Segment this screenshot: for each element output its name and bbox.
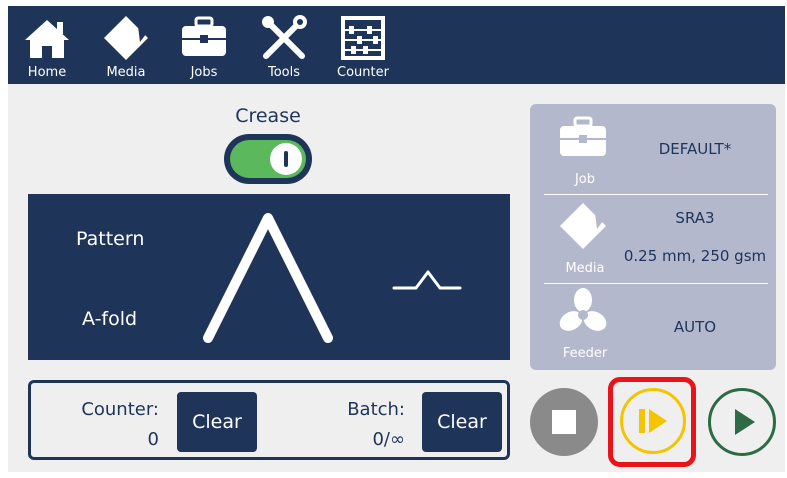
- nav-tools[interactable]: Tools: [248, 6, 320, 84]
- job-row[interactable]: Job DEFAULT*: [530, 104, 776, 194]
- feeder-value: AUTO: [673, 318, 717, 336]
- briefcase-icon: [560, 116, 606, 156]
- crease-toggle[interactable]: [224, 134, 312, 184]
- tools-icon: [262, 15, 307, 59]
- nav-jobs-label: Jobs: [190, 65, 218, 80]
- crease-label: Crease: [235, 105, 301, 127]
- nav-counter-label: Counter: [337, 65, 389, 80]
- clear-batch-button[interactable]: Clear: [422, 392, 502, 452]
- single-step-icon: [639, 409, 667, 433]
- nav-media[interactable]: Media: [90, 6, 162, 84]
- media-spec: 0.25 mm, 250 gsm: [623, 247, 767, 265]
- app-screen: Home Media Jobs Tools Counter Crease Pat…: [8, 6, 785, 472]
- job-info-panel: Job DEFAULT* Media SRA3 0.25 mm, 250 gsm…: [530, 104, 776, 370]
- batch-value: 0/∞: [372, 429, 405, 450]
- toggle-knob: [270, 143, 302, 175]
- clear-counter-button[interactable]: Clear: [177, 392, 257, 452]
- counter-panel: Counter: 0 Clear Batch: 0/∞ Clear: [28, 380, 510, 460]
- stop-icon: [552, 410, 576, 434]
- nav-home[interactable]: Home: [11, 6, 83, 84]
- home-icon: [25, 20, 69, 58]
- briefcase-icon: [182, 16, 226, 56]
- media-icon: [560, 203, 606, 249]
- top-nav: Home Media Jobs Tools Counter: [8, 6, 785, 84]
- a-fold-diagram-icon: [203, 213, 462, 343]
- fan-icon: [559, 288, 607, 331]
- nav-tools-label: Tools: [267, 65, 301, 80]
- media-size: SRA3: [675, 209, 715, 227]
- job-caption: Job: [574, 172, 596, 187]
- nav-home-label: Home: [27, 65, 67, 80]
- feeder-row[interactable]: Feeder AUTO: [530, 284, 776, 370]
- pattern-panel[interactable]: Pattern A-fold: [28, 194, 510, 360]
- media-row[interactable]: Media SRA3 0.25 mm, 250 gsm: [530, 195, 776, 283]
- stop-button[interactable]: [530, 388, 598, 456]
- abacus-icon: [341, 16, 385, 60]
- job-value: DEFAULT*: [658, 140, 732, 158]
- play-icon: [735, 409, 755, 435]
- feeder-caption: Feeder: [562, 346, 608, 361]
- counter-value: 0: [147, 429, 159, 450]
- batch-label: Batch:: [347, 399, 405, 420]
- counter-label: Counter:: [81, 399, 159, 420]
- single-step-button[interactable]: [620, 388, 686, 454]
- play-button[interactable]: [708, 388, 776, 456]
- nav-counter[interactable]: Counter: [327, 6, 399, 84]
- nav-media-label: Media: [106, 65, 146, 80]
- media-icon: [104, 16, 148, 60]
- nav-jobs[interactable]: Jobs: [168, 6, 240, 84]
